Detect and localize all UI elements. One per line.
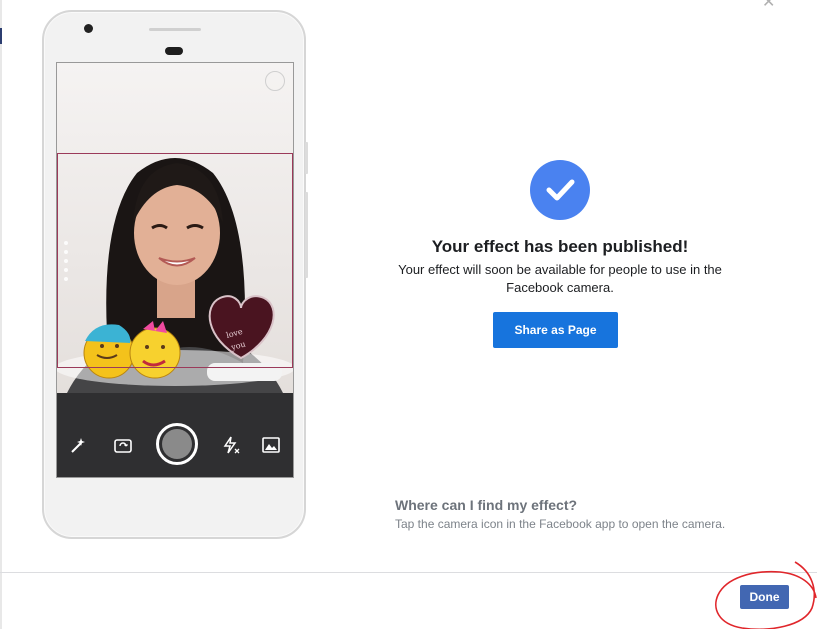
effect-face-frame (57, 153, 293, 368)
phone-volume-button (305, 192, 308, 278)
published-message: Your effect will soon be available for p… (398, 262, 722, 295)
footer-divider (0, 572, 817, 573)
left-edge-accent (0, 28, 2, 44)
phone-preview: love you (42, 10, 308, 539)
front-camera-icon (84, 24, 93, 33)
phone-speaker (149, 28, 201, 31)
shutter-button[interactable] (156, 423, 198, 465)
effect-page-indicator (64, 241, 68, 286)
checkmark-icon (530, 160, 590, 220)
phone-earpiece (165, 47, 183, 55)
flash-icon[interactable] (221, 435, 241, 455)
camera-screen: love you (56, 62, 294, 478)
help-text: Tap the camera icon in the Facebook app … (395, 517, 726, 531)
magic-wand-icon[interactable] (69, 435, 89, 455)
window-left-edge (0, 0, 2, 629)
phone-side-button (305, 142, 308, 174)
done-button[interactable]: Done (740, 585, 789, 609)
gallery-icon[interactable] (261, 435, 281, 455)
help-heading: Where can I find my effect? (395, 497, 578, 513)
share-as-page-button[interactable]: Share as Page (493, 312, 618, 348)
flip-camera-icon[interactable] (113, 435, 133, 455)
published-title: Your effect has been published! (431, 237, 689, 256)
close-icon[interactable]: ✕ (762, 0, 775, 11)
